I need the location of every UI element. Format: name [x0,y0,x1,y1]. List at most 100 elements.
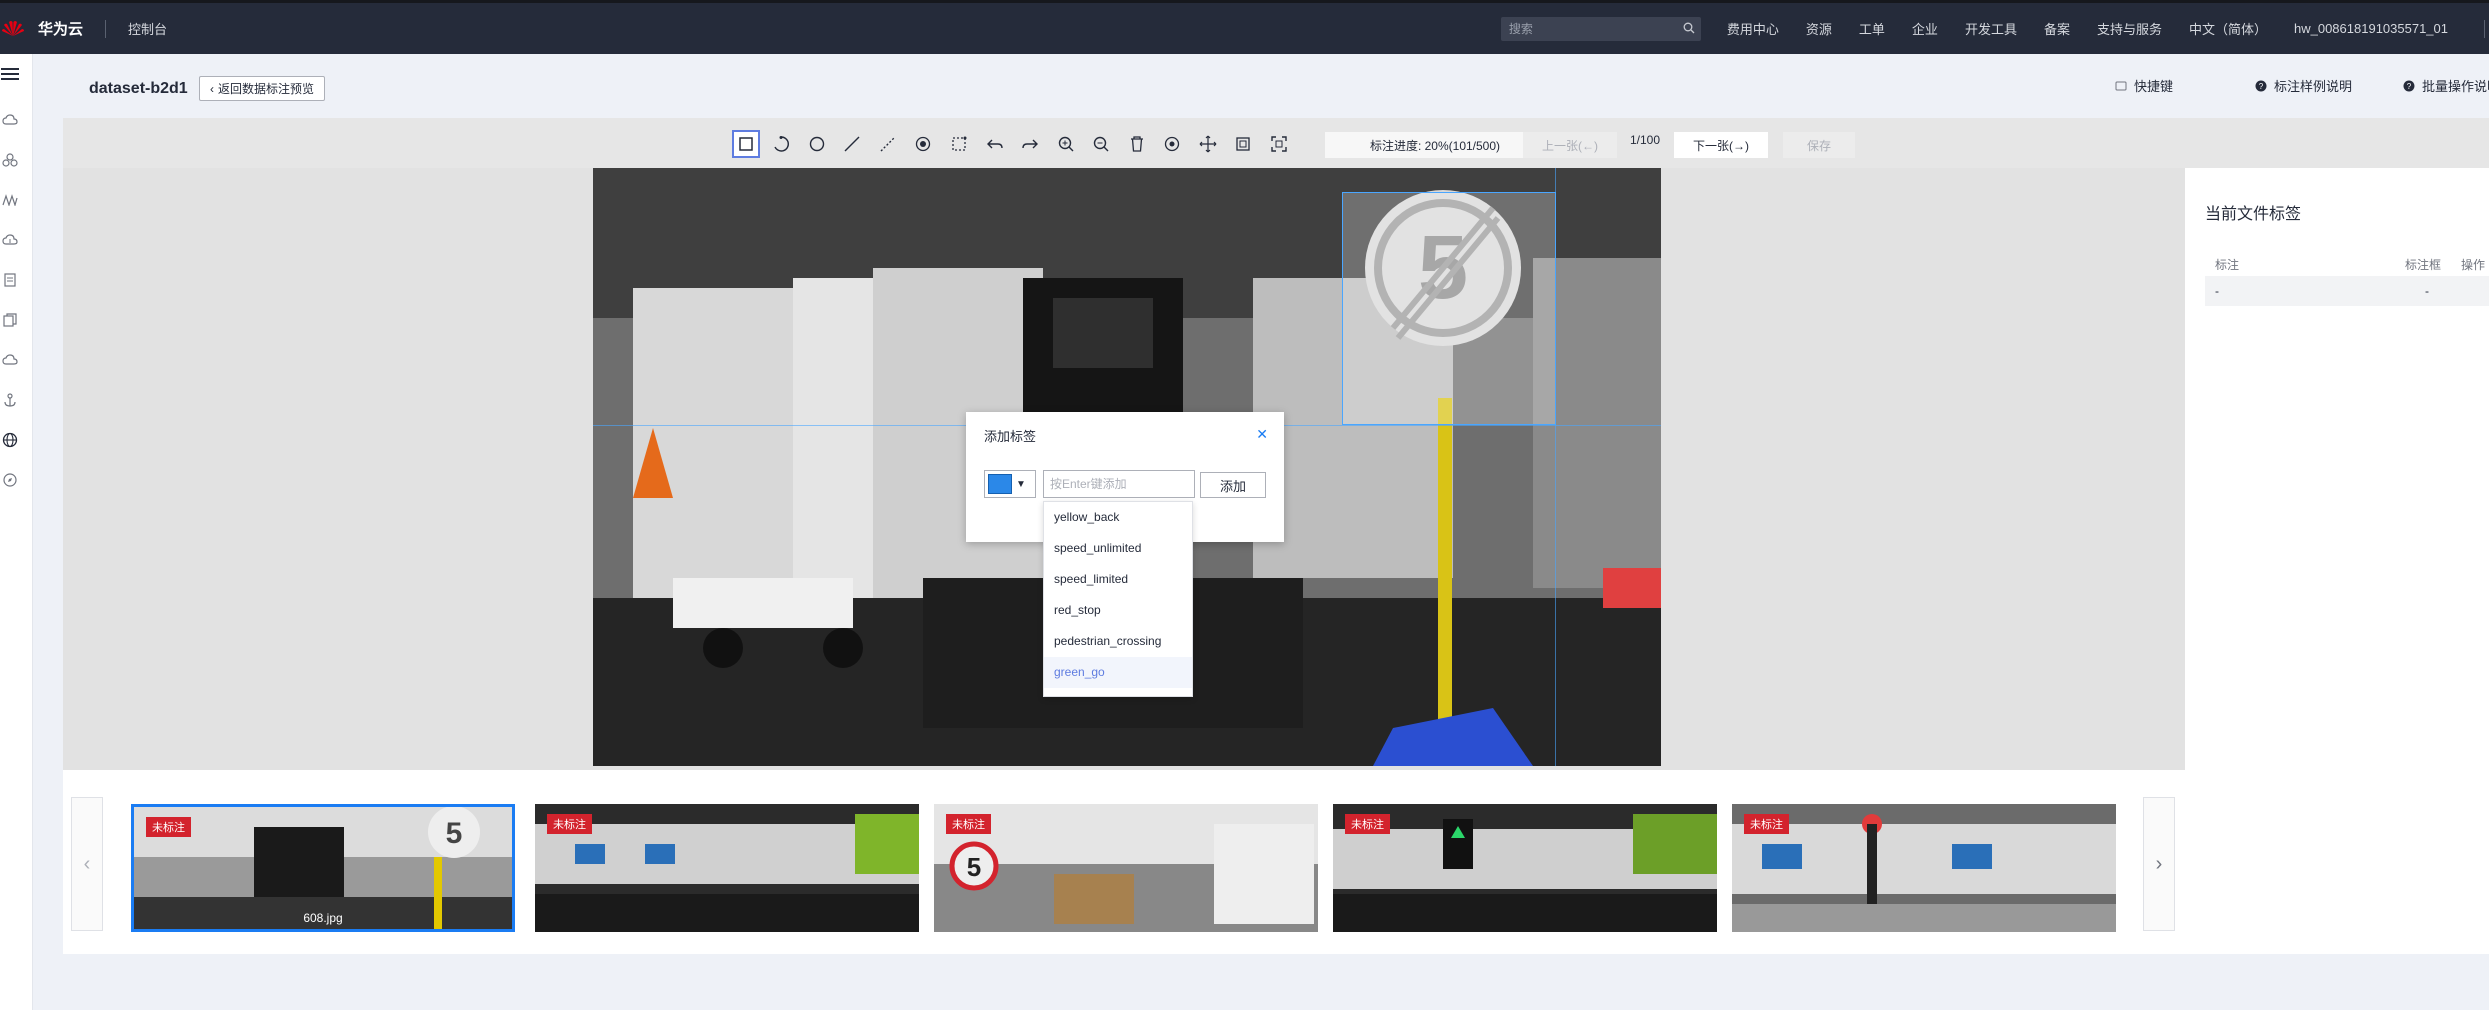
label-option[interactable]: green_go [1044,657,1192,688]
thumbnail-filmstrip: ‹ 5 未标注 608.jpg 未标注 5 未标注 未标注 未标注 › [63,770,2185,954]
svg-text:?: ? [2407,82,2412,91]
table-header: 标注 标注框 操作 [2205,250,2489,276]
nav-link-enterprise[interactable]: 企业 [1912,19,1938,38]
label-option[interactable]: speed_limited [1044,564,1192,595]
table-cell: - [2215,284,2219,298]
cloud-service-icon[interactable] [0,350,20,370]
chevron-right-icon: › [2155,852,2163,875]
svg-text:5: 5 [446,817,463,850]
zoom-in-icon[interactable] [1052,130,1080,158]
network-icon[interactable] [0,190,20,210]
circle-tool-icon[interactable] [803,130,831,158]
sample-guide-label: 标注样例说明 [2274,79,2353,94]
compass-icon[interactable] [0,470,20,490]
color-picker[interactable]: ▼ [984,470,1036,498]
keyboard-icon [2115,81,2127,90]
filmstrip-prev-button[interactable]: ‹ [71,797,103,931]
label-option[interactable]: speed_unlimited [1044,533,1192,564]
panel-title: 当前文件标签 [2205,206,2302,223]
annotation-progress: 标注进度: 20%(101/500) [1325,132,1545,158]
thumbnail[interactable]: 5 未标注 [934,804,1318,932]
search-input[interactable] [1508,21,1669,36]
thumbnail[interactable]: 5 未标注 608.jpg [131,804,515,932]
label-option[interactable]: red_stop [1044,595,1192,626]
help-icon: ? [2255,80,2267,91]
document-icon[interactable] [0,270,20,290]
cloud-icon[interactable] [0,110,20,130]
batch-guide-label: 批量操作说明 [2422,79,2489,94]
help-icon: ? [2403,80,2415,91]
caret-down-icon: ▼ [1016,478,1026,490]
delete-icon[interactable] [1123,130,1151,158]
batch-guide-link[interactable]: ? 批量操作说明 [2403,76,2489,95]
bounding-box[interactable] [1342,192,1556,425]
files-icon[interactable] [0,310,20,330]
point-tool-icon[interactable] [909,130,937,158]
labels-table: 标注 标注框 操作 - - [2205,250,2489,306]
nav-link-tickets[interactable]: 工单 [1859,19,1885,38]
console-link[interactable]: 控制台 [128,19,167,38]
anchor-icon[interactable] [0,390,20,410]
undo-icon[interactable] [981,130,1009,158]
nav-divider [2484,19,2485,38]
polygon-tool-icon[interactable] [767,130,795,158]
cluster-icon[interactable] [0,150,20,170]
globe-icon[interactable] [0,430,20,450]
fullscreen-icon[interactable] [1265,130,1293,158]
column-header: 操作 [2461,258,2486,272]
annotation-toolbar: 标注进度: 20%(101/500) 上一张(←) 1/100 下一张(→) 保… [63,118,2489,168]
language-switch[interactable]: 中文（简体） [2189,19,2267,38]
redo-icon[interactable] [1016,130,1044,158]
global-search[interactable] [1500,16,1701,41]
next-image-button[interactable]: 下一张(→) [1674,132,1768,158]
chevron-left-icon: ‹ [83,852,91,875]
svg-text:5: 5 [967,852,981,882]
chevron-left-icon: ‹ [210,81,214,96]
dashed-line-tool-icon[interactable] [874,130,902,158]
nav-divider [105,19,107,38]
crosshair-vertical [1555,168,1556,766]
nav-link-icp[interactable]: 备案 [2044,19,2070,38]
nav-link-resources[interactable]: 资源 [1806,19,1832,38]
label-suggestions-dropdown: yellow_back speed_unlimited speed_limite… [1043,501,1193,697]
move-icon[interactable] [1194,130,1222,158]
dataset-title: dataset-b2d1 [89,80,188,97]
cloud-upload-icon[interactable] [0,230,20,250]
nav-link-devtools[interactable]: 开发工具 [1965,19,2017,38]
rectangle-tool-icon[interactable] [732,130,760,158]
line-tool-icon[interactable] [838,130,866,158]
rotated-box-tool-icon[interactable] [945,130,973,158]
target-icon[interactable] [1158,130,1186,158]
thumbnail-filename: 608.jpg [303,911,343,925]
thumbnail[interactable]: 未标注 [535,804,919,932]
back-button[interactable]: ‹ 返回数据标注预览 [199,76,326,101]
user-account[interactable]: hw_008618191035571_01 [2294,21,2448,36]
nav-link-billing[interactable]: 费用中心 [1727,19,1779,38]
huawei-logo[interactable] [0,16,26,42]
thumbnail[interactable]: 未标注 [1333,804,1717,932]
thumbnail[interactable]: 未标注 [1732,804,2116,932]
nav-link-support[interactable]: 支持与服务 [2097,19,2162,38]
shortcut-link[interactable]: 快捷键 [2115,76,2173,95]
unlabeled-badge: 未标注 [547,814,592,834]
column-header: 标注框 [2405,258,2442,272]
add-label-button[interactable]: 添加 [1200,472,1266,498]
prev-image-button[interactable]: 上一张(←) [1523,132,1617,158]
column-header: 标注 [2215,258,2240,272]
close-icon[interactable]: ✕ [1256,426,1268,443]
sample-guide-link[interactable]: ? 标注样例说明 [2255,76,2352,95]
search-icon[interactable] [1683,22,1695,34]
current-file-labels-panel: 当前文件标签 标注 标注框 操作 - - [2185,168,2489,954]
svg-text:?: ? [2259,82,2264,91]
top-navbar: 华为云 控制台 费用中心 资源 工单 企业 开发工具 备案 支持与服务 中文（简… [0,0,2489,54]
label-name-input[interactable] [1043,470,1195,498]
image-counter: 1/100 [1630,133,1661,147]
label-option[interactable]: pedestrian_crossing [1044,626,1192,657]
fit-icon[interactable] [1229,130,1257,158]
menu-icon[interactable] [0,64,20,84]
filmstrip-next-button[interactable]: › [2143,797,2175,931]
save-button[interactable]: 保存 [1783,132,1855,158]
label-option[interactable]: yellow_back [1044,502,1192,533]
zoom-out-icon[interactable] [1087,130,1115,158]
brand-name[interactable]: 华为云 [38,18,83,39]
